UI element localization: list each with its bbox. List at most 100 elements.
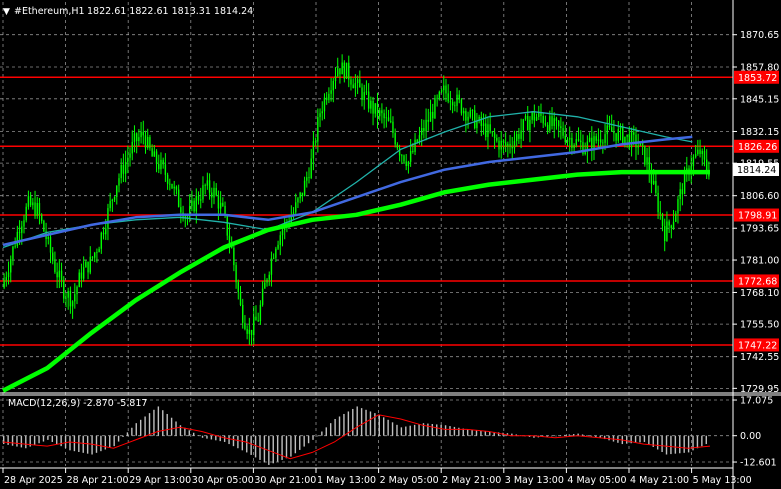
time-tick-label: 1 May 13:00 bbox=[317, 475, 376, 486]
macd-histogram-bar bbox=[484, 431, 487, 436]
candle-body bbox=[268, 274, 270, 280]
candle-body bbox=[602, 142, 604, 144]
candle-body bbox=[91, 256, 94, 258]
time-tick-label: 2 May 05:00 bbox=[380, 475, 439, 486]
candle-body bbox=[297, 198, 299, 203]
candle-body bbox=[374, 103, 376, 114]
macd-histogram-bar bbox=[648, 435, 650, 445]
candle-body bbox=[378, 110, 381, 117]
candle-body bbox=[341, 62, 343, 75]
candle-body bbox=[277, 244, 279, 249]
candle-body bbox=[105, 228, 107, 235]
candle-body bbox=[295, 202, 297, 213]
candle-body bbox=[668, 221, 670, 226]
candle-body bbox=[314, 141, 317, 143]
candle-body bbox=[87, 261, 89, 273]
candle-body bbox=[573, 145, 575, 149]
candle-body bbox=[197, 195, 200, 201]
candle-body bbox=[12, 246, 14, 260]
candle-body bbox=[18, 231, 21, 233]
candle-body bbox=[390, 121, 392, 122]
candle-body bbox=[474, 110, 476, 129]
price-chart[interactable]: 1853.72 1826.26 1798.91 1772.68 1747.22 1870… bbox=[0, 0, 781, 489]
candle-body bbox=[469, 110, 471, 117]
candle-body bbox=[432, 111, 434, 119]
candle-body bbox=[67, 291, 69, 298]
price-tick-label: 1870.65 bbox=[740, 30, 779, 41]
candle-body bbox=[613, 131, 615, 134]
candle-body bbox=[664, 225, 666, 241]
candle-body bbox=[133, 133, 136, 142]
time-tick-label: 28 Apr 2025 bbox=[4, 475, 63, 486]
candle-body bbox=[544, 123, 547, 125]
candle-body bbox=[511, 146, 513, 149]
candle-body bbox=[681, 189, 684, 195]
macd-histogram-bar bbox=[670, 435, 672, 455]
candle-body bbox=[485, 123, 487, 138]
macd-histogram-bar bbox=[413, 424, 416, 436]
macd-histogram-bar bbox=[387, 419, 389, 436]
candle-body bbox=[376, 103, 379, 117]
macd-histogram-bar bbox=[581, 434, 584, 436]
chart-menu-icon[interactable]: ▼ bbox=[3, 7, 10, 17]
candle-body bbox=[135, 133, 138, 142]
macd-histogram-bar bbox=[126, 432, 129, 436]
candle-body bbox=[670, 225, 673, 229]
candle-body bbox=[85, 261, 87, 268]
price-tick-label: 1793.65 bbox=[740, 224, 779, 235]
candle-body bbox=[82, 267, 85, 279]
level-label: 1853.72 bbox=[738, 73, 777, 84]
candle-body bbox=[171, 183, 173, 189]
candle-body bbox=[372, 100, 374, 114]
candle-body bbox=[226, 214, 228, 236]
macd-histogram-bar bbox=[338, 416, 341, 436]
macd-histogram-bar bbox=[555, 435, 557, 437]
macd-histogram-bar bbox=[250, 435, 252, 455]
candle-body bbox=[306, 177, 308, 181]
candle-body bbox=[312, 141, 315, 159]
candle-body bbox=[359, 79, 361, 88]
price-tick-label: 1857.80 bbox=[740, 63, 779, 74]
candle-body bbox=[356, 79, 359, 83]
price-tick-label: 1781.00 bbox=[740, 256, 779, 267]
candle-body bbox=[445, 85, 447, 94]
macd-histogram-bar bbox=[343, 413, 345, 436]
macd-histogram-bar bbox=[166, 413, 168, 436]
candle-body bbox=[504, 142, 507, 147]
candle-body bbox=[637, 145, 639, 148]
candle-body bbox=[491, 131, 494, 133]
macd-histogram-bar bbox=[608, 435, 610, 441]
candle-body bbox=[520, 130, 522, 139]
macd-histogram-bar bbox=[184, 427, 186, 436]
candle-body bbox=[29, 196, 32, 206]
candle-body bbox=[396, 144, 399, 149]
candle-body bbox=[489, 124, 491, 132]
candle-body bbox=[679, 189, 681, 200]
candle-body bbox=[458, 94, 460, 100]
macd-histogram-bar bbox=[193, 432, 195, 436]
candle-body bbox=[248, 329, 251, 334]
time-tick-label: 29 Apr 13:00 bbox=[129, 475, 191, 486]
candle-body bbox=[195, 195, 198, 212]
macd-histogram-bar bbox=[701, 435, 703, 447]
candle-body bbox=[365, 91, 368, 93]
candle-body bbox=[451, 101, 454, 106]
candle-body bbox=[219, 202, 222, 209]
macd-tick-label: 0.00 bbox=[740, 431, 761, 442]
candle-body bbox=[467, 116, 469, 121]
candle-body bbox=[633, 132, 635, 135]
candle-body bbox=[352, 84, 354, 89]
macd-histogram-bar bbox=[38, 435, 40, 444]
macd-histogram-bar bbox=[215, 435, 217, 441]
macd-histogram-bar bbox=[47, 435, 49, 440]
candle-body bbox=[500, 140, 502, 150]
candle-body bbox=[456, 94, 458, 106]
macd-histogram-bar bbox=[683, 435, 685, 453]
candle-body bbox=[527, 115, 529, 131]
candle-body bbox=[599, 139, 602, 143]
candle-body bbox=[237, 282, 239, 293]
macd-histogram-bar bbox=[223, 435, 226, 442]
price-tick-label: 1729.95 bbox=[740, 384, 779, 395]
macd-histogram-bar bbox=[299, 435, 301, 450]
macd-histogram-bar bbox=[586, 435, 588, 436]
